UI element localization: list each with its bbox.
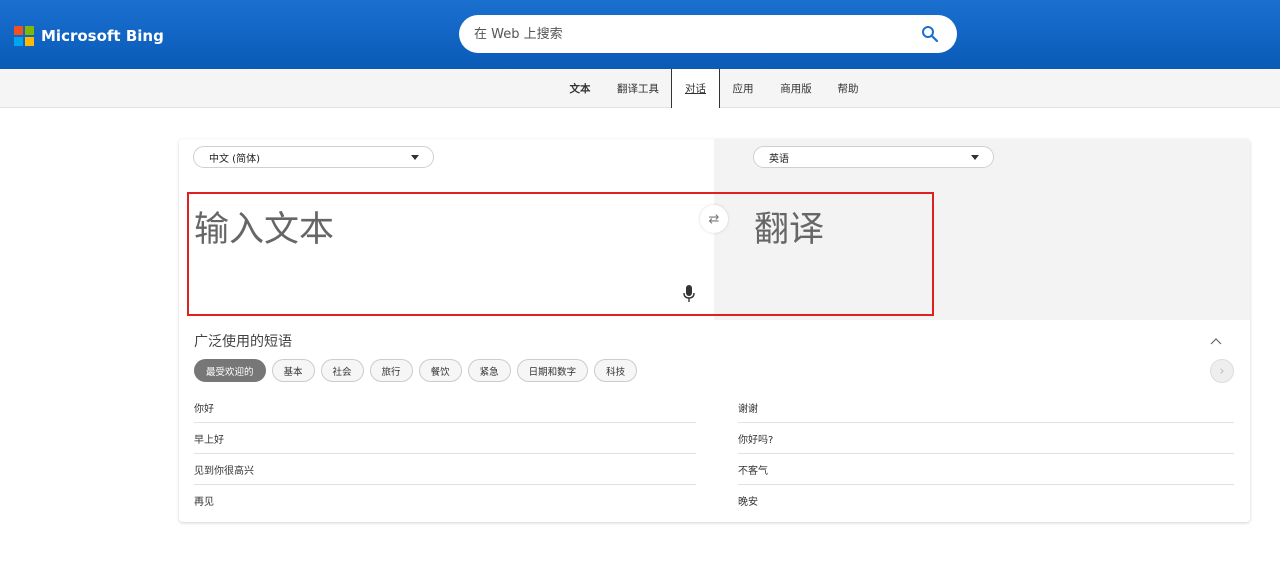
target-language-label: 英语	[769, 153, 789, 165]
phrase-item[interactable]: 见到你很高兴	[194, 454, 696, 485]
category-chip-popular[interactable]: 最受欢迎的	[194, 359, 266, 382]
next-categories-button[interactable]: ›	[1210, 359, 1234, 383]
header-bar: Microsoft Bing	[0, 0, 1280, 69]
category-chip-dining[interactable]: 餐饮	[418, 359, 462, 382]
category-chip-dates-numbers[interactable]: 日期和数字	[516, 359, 589, 382]
nav-item-apps[interactable]: 应用	[727, 69, 759, 108]
phrase-categories: 最受欢迎的 基本 社会 旅行 餐饮 紧急 日期和数字 科技	[194, 359, 638, 382]
phrase-item[interactable]: 谢谢	[738, 392, 1234, 423]
phrase-item[interactable]: 你好	[194, 392, 696, 423]
microsoft-logo-icon	[14, 26, 34, 46]
translation-output: 翻译	[754, 210, 825, 250]
chevron-down-icon	[971, 155, 979, 160]
nav-item-translator-tools[interactable]: 翻译工具	[612, 69, 664, 108]
brand-name: Microsoft Bing	[41, 27, 164, 45]
top-nav: 文本 翻译工具 对话 应用 商用版 帮助	[0, 69, 1280, 108]
nav-item-business[interactable]: 商用版	[775, 69, 817, 108]
phrase-item[interactable]: 你好吗?	[738, 423, 1234, 454]
category-chip-social[interactable]: 社会	[320, 359, 364, 382]
source-language-label: 中文 (简体)	[209, 153, 260, 165]
bing-logo-link[interactable]: Microsoft Bing	[14, 26, 164, 46]
nav-item-help[interactable]: 帮助	[832, 69, 864, 108]
nav-item-conversation[interactable]: 对话	[671, 69, 720, 108]
category-chip-travel[interactable]: 旅行	[369, 359, 413, 382]
target-language-select[interactable]: 英语	[753, 146, 994, 168]
source-language-select[interactable]: 中文 (简体)	[193, 146, 434, 168]
chevron-down-icon	[411, 155, 419, 160]
phrase-item[interactable]: 晚安	[738, 485, 1234, 516]
phrase-item[interactable]: 不客气	[738, 454, 1234, 485]
search-box	[459, 15, 957, 53]
chevron-right-icon: ›	[1219, 363, 1225, 379]
category-chip-basic[interactable]: 基本	[271, 359, 315, 382]
chevron-up-icon[interactable]	[1210, 335, 1222, 347]
nav-item-text[interactable]: 文本	[564, 69, 596, 108]
search-input[interactable]	[474, 15, 914, 53]
category-chip-technology[interactable]: 科技	[594, 359, 638, 382]
search-icon[interactable]	[921, 25, 939, 43]
phrase-item[interactable]: 再见	[194, 485, 696, 516]
swap-languages-button[interactable]: ⇄	[700, 205, 728, 233]
microphone-icon[interactable]	[682, 285, 696, 303]
phrase-list-right: 谢谢 你好吗? 不客气 晚安	[738, 392, 1234, 516]
source-text-input[interactable]: 输入文本	[194, 201, 334, 252]
swap-icon: ⇄	[708, 211, 720, 227]
phrases-title: 广泛使用的短语	[194, 334, 292, 350]
phrase-item[interactable]: 早上好	[194, 423, 696, 454]
translator-card: 中文 (简体) 英语 输入文本 翻译 ⇄ 广泛使用的短语 最受欢迎的 基本 社会…	[179, 139, 1250, 522]
category-chip-emergency[interactable]: 紧急	[467, 359, 511, 382]
phrase-list-left: 你好 早上好 见到你很高兴 再见	[194, 392, 696, 516]
